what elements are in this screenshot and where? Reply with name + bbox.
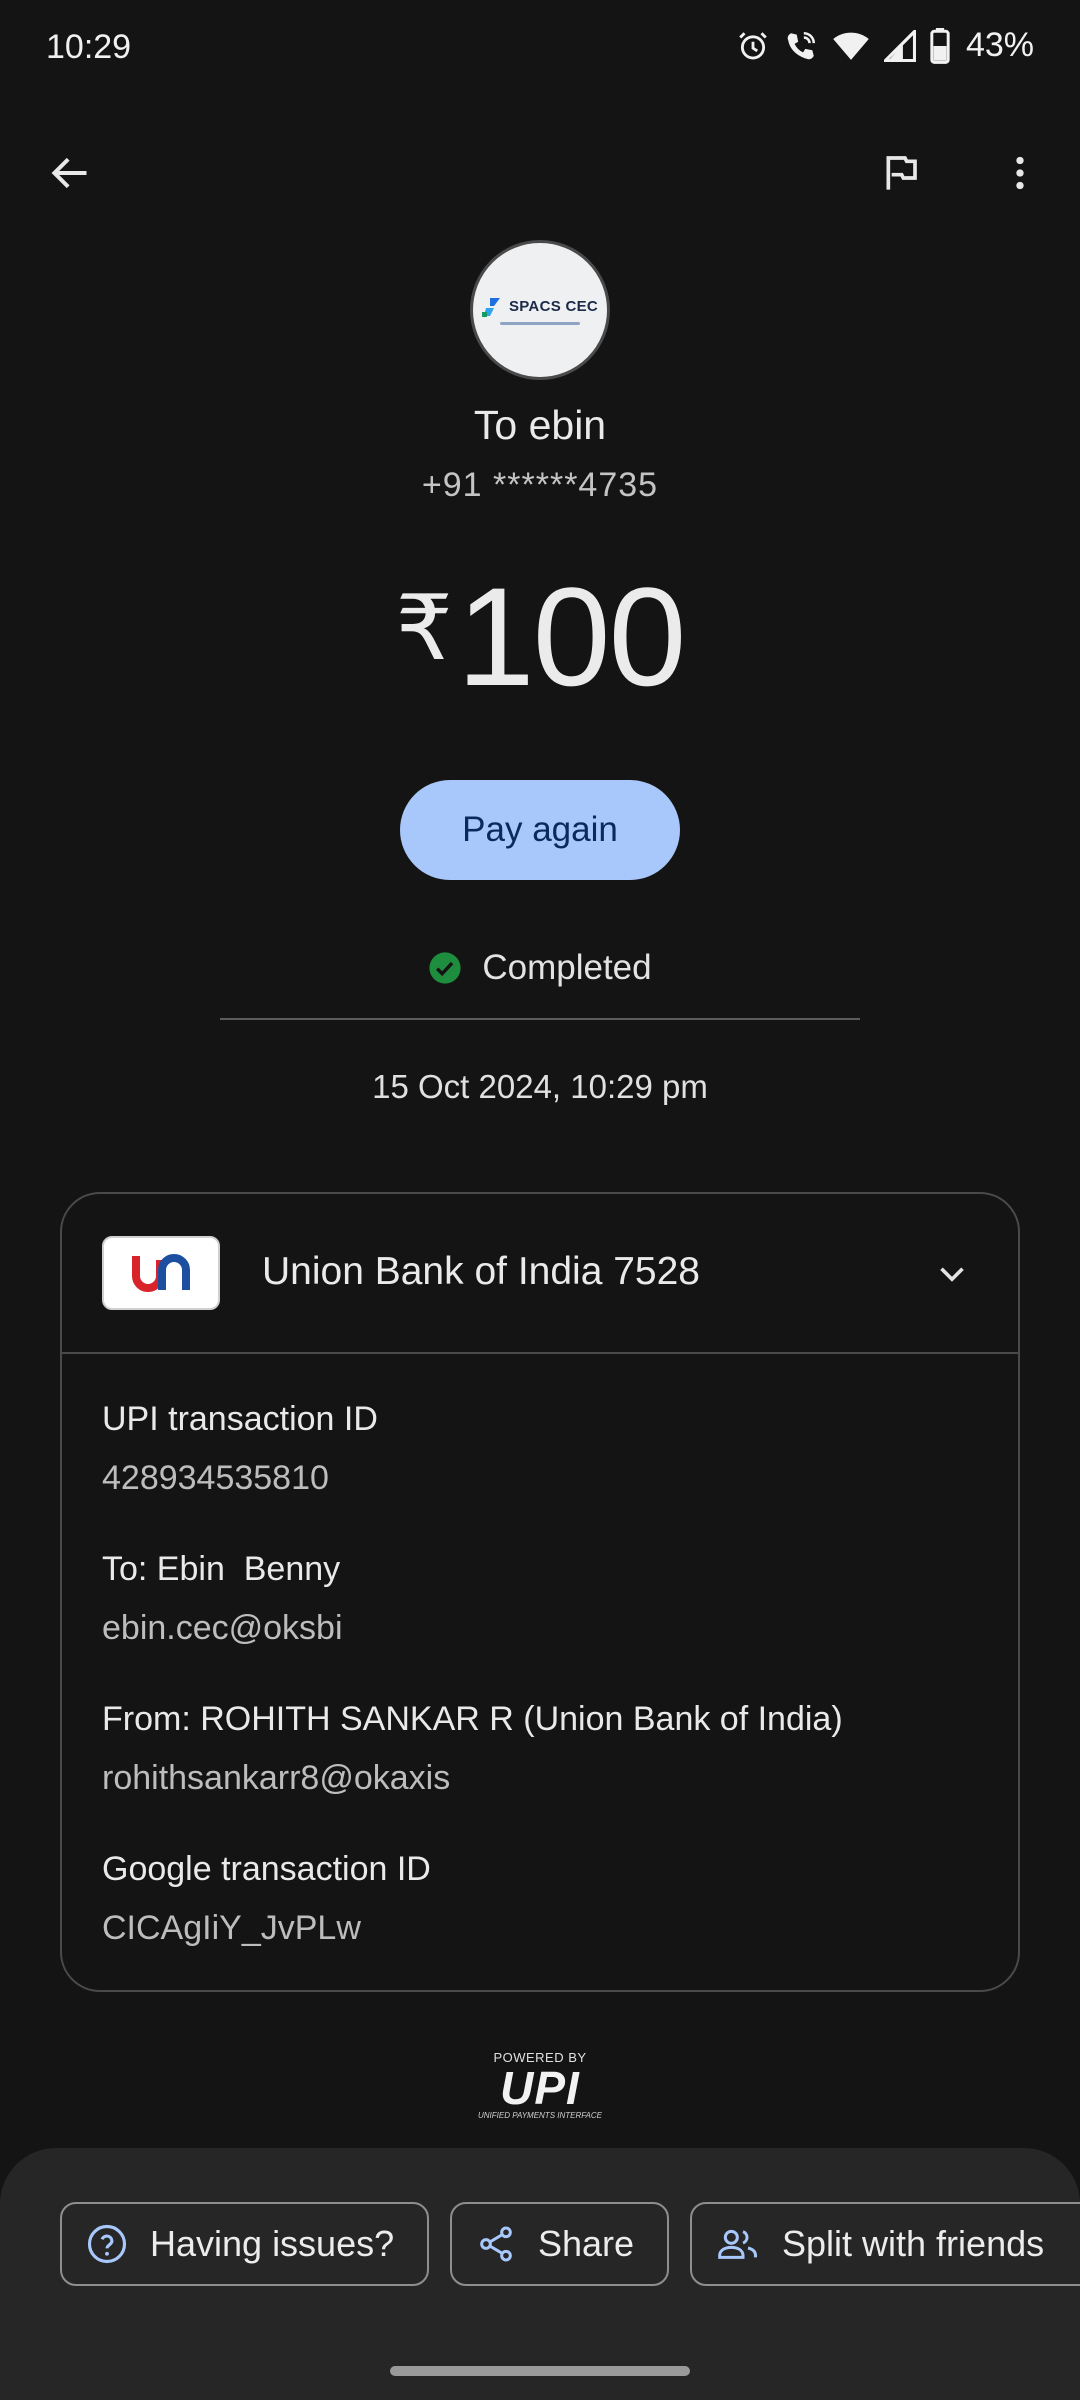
status-icons: 43% <box>736 26 1034 65</box>
transaction-datetime: 15 Oct 2024, 10:29 pm <box>372 1068 708 1105</box>
detail-value[interactable]: 428934535810 <box>102 1459 378 1498</box>
detail-upi-transaction-id: UPI transaction ID 428934535810 <box>102 1400 378 1498</box>
status-bar: 10:29 43% <box>0 0 1080 96</box>
payment-amount: ₹100 <box>0 556 1080 718</box>
split-with-friends-button[interactable]: Split with friends <box>690 2202 1080 2286</box>
check-circle-icon <box>429 952 461 984</box>
more-vert-icon <box>1016 156 1024 190</box>
status-time: 10:29 <box>46 28 132 66</box>
chevron-down-icon <box>940 1267 964 1282</box>
share-icon <box>480 2226 512 2262</box>
detail-value[interactable]: CICAgIiY_JvPLw <box>102 1909 431 1948</box>
powered-by-upi: POWERED BY UPI UNIFIED PAYMENTS INTERFAC… <box>470 2050 610 2120</box>
currency-symbol: ₹ <box>395 579 453 679</box>
spacs-logo-icon <box>481 297 500 317</box>
expand-toggle[interactable] <box>922 1244 982 1304</box>
bank-account-name: Union Bank of India 7528 <box>262 1250 700 1293</box>
back-button[interactable] <box>30 133 110 213</box>
detail-to: To: Ebin Benny ebin.cec@oksbi <box>102 1550 343 1648</box>
transaction-details-card: Union Bank of India 7528 UPI transaction… <box>60 1192 1020 1992</box>
recipient-avatar: SPACS CEC <box>470 240 610 380</box>
detail-label: From: ROHITH SANKAR R (Union Bank of Ind… <box>102 1700 843 1738</box>
recipient-phone: +91 ******4735 <box>421 466 659 504</box>
detail-label: To: Ebin Benny <box>102 1550 341 1588</box>
back-arrow-icon <box>51 157 87 189</box>
split-with-friends-label: Split with friends <box>782 2223 1045 2264</box>
payment-status: Completed <box>0 948 1080 988</box>
detail-label: UPI transaction ID <box>102 1400 378 1438</box>
flag-icon <box>886 156 917 190</box>
having-issues-label: Having issues? <box>150 2223 395 2264</box>
wifi-icon <box>832 29 870 63</box>
recipient-name: To ebin <box>473 402 607 448</box>
divider <box>220 1018 860 1020</box>
upi-logo: UPI <box>500 2062 580 2114</box>
detail-from: From: ROHITH SANKAR R (Union Bank of Ind… <box>102 1700 843 1798</box>
upi-subtitle: UNIFIED PAYMENTS INTERFACE <box>477 2111 602 2120</box>
detail-value[interactable]: rohithsankarr8@okaxis <box>102 1759 843 1798</box>
share-label: Share <box>538 2223 635 2264</box>
detail-label: Google transaction ID <box>102 1850 431 1888</box>
amount-value: 100 <box>456 558 687 715</box>
battery-percentage: 43% <box>965 26 1034 64</box>
pay-again-button[interactable]: Pay again <box>400 780 680 880</box>
people-icon <box>718 2229 757 2259</box>
payment-details-screen: 10:29 43% SPACS CEC To ebin +91 ******47… <box>0 0 1080 2400</box>
detail-google-transaction-id: Google transaction ID CICAgIiY_JvPLw <box>102 1850 431 1948</box>
more-options-button[interactable] <box>980 133 1060 213</box>
battery-icon <box>930 27 950 64</box>
detail-value[interactable]: ebin.cec@oksbi <box>102 1609 343 1648</box>
share-button[interactable]: Share <box>450 2202 669 2286</box>
logo-underline <box>500 321 580 325</box>
union-bank-logo <box>102 1236 220 1310</box>
recipient-logo-text: SPACS CEC <box>508 298 599 315</box>
wifi-calling-icon <box>784 29 818 63</box>
bank-account-row[interactable]: Union Bank of India 7528 <box>62 1194 1018 1354</box>
union-bank-logo-icon <box>132 1254 190 1292</box>
help-icon <box>87 2224 127 2264</box>
alarm-icon <box>736 29 770 63</box>
status-text: Completed <box>482 948 652 987</box>
signal-icon <box>883 29 916 62</box>
report-button[interactable] <box>860 133 940 213</box>
recipient-logo: SPACS CEC <box>481 296 599 318</box>
home-indicator[interactable] <box>390 2366 690 2376</box>
having-issues-button[interactable]: Having issues? <box>60 2202 429 2286</box>
